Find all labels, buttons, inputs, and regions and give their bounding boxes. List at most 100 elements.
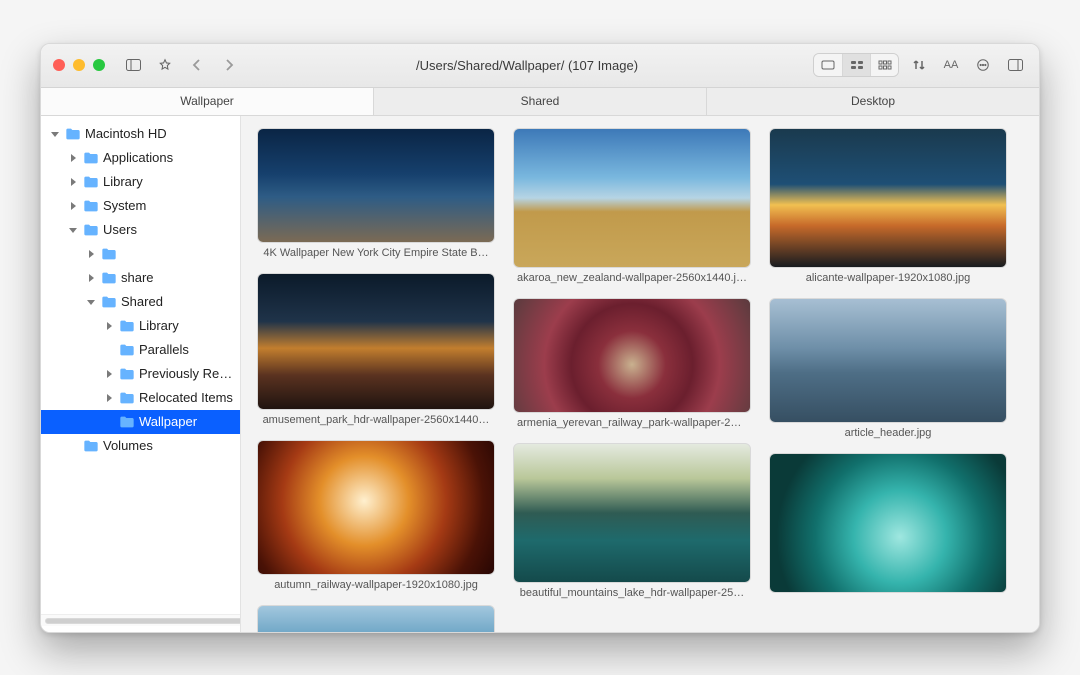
image-thumbnail[interactable] — [769, 298, 1007, 423]
image-card[interactable] — [257, 605, 495, 632]
folder-icon — [101, 295, 117, 309]
image-card[interactable]: akaroa_new_zealand-wallpaper-2560x1440.j… — [513, 128, 751, 284]
tree-row-library[interactable]: Library — [41, 314, 240, 338]
chevron-right-icon[interactable] — [103, 320, 115, 332]
tree-row-shared[interactable]: Shared — [41, 290, 240, 314]
tree-row-previously-relocated-items[interactable]: Previously Relocated Items — [41, 362, 240, 386]
image-thumbnail[interactable] — [257, 128, 495, 243]
tree-label: Users — [103, 222, 137, 237]
image-card[interactable]: amusement_park_hdr-wallpaper-2560x1440… — [257, 273, 495, 426]
tree-row-system[interactable]: System — [41, 194, 240, 218]
window-title: /Users/Shared/Wallpaper/ (107 Image) — [249, 58, 805, 73]
tree-label: Relocated Items — [139, 390, 233, 405]
forward-button[interactable] — [217, 54, 241, 76]
image-card[interactable] — [769, 453, 1007, 597]
view-mode-segmented[interactable] — [813, 53, 899, 77]
tree-label: share — [121, 270, 154, 285]
image-card[interactable]: 4K Wallpaper New York City Empire State … — [257, 128, 495, 259]
sidebar[interactable]: Macintosh HD Applications Library System Use… — [41, 116, 241, 632]
chevron-right-icon — [103, 416, 115, 428]
tree-label: Volumes — [103, 438, 153, 453]
chevron-right-icon[interactable] — [67, 152, 79, 164]
folder-icon — [83, 439, 99, 453]
path-tab-grandparent[interactable]: Desktop — [707, 88, 1039, 115]
image-thumbnail[interactable] — [769, 128, 1007, 268]
minimize-window-button[interactable] — [73, 59, 85, 71]
image-filename: alicante-wallpaper-1920x1080.jpg — [769, 272, 1007, 284]
view-icons-icon[interactable] — [814, 54, 842, 76]
tree-row-wallpaper[interactable]: Wallpaper — [41, 410, 240, 434]
preview-toggle-button[interactable] — [1003, 54, 1027, 76]
image-thumbnail[interactable] — [257, 605, 495, 632]
image-card[interactable]: beautiful_mountains_lake_hdr-wallpaper-2… — [513, 443, 751, 599]
image-thumbnail[interactable] — [513, 298, 751, 413]
tree-label: Library — [103, 174, 143, 189]
tree-row-share[interactable]: share — [41, 266, 240, 290]
folder-icon — [83, 175, 99, 189]
app-window: /Users/Shared/Wallpaper/ (107 Image) AA … — [40, 43, 1040, 633]
image-filename: amusement_park_hdr-wallpaper-2560x1440… — [257, 414, 495, 426]
main-split: Macintosh HD Applications Library System Use… — [41, 116, 1039, 632]
close-window-button[interactable] — [53, 59, 65, 71]
tree-row-unnamed[interactable] — [41, 242, 240, 266]
view-gallery-icon[interactable] — [870, 54, 898, 76]
tree-label: System — [103, 198, 146, 213]
folder-icon — [119, 367, 135, 381]
image-thumbnail[interactable] — [257, 273, 495, 410]
tree-row-relocated-items[interactable]: Relocated Items — [41, 386, 240, 410]
sidebar-horizontal-scrollbar[interactable] — [41, 614, 240, 626]
tree-row-users[interactable]: Users — [41, 218, 240, 242]
image-thumbnail[interactable] — [513, 128, 751, 268]
tree-label: Previously Relocated Items — [139, 366, 234, 381]
chevron-down-icon[interactable] — [85, 296, 97, 308]
path-tab-current[interactable]: Wallpaper — [41, 88, 374, 115]
tree-row-volumes[interactable]: Volumes — [41, 434, 240, 458]
path-tab-parent[interactable]: Shared — [374, 88, 707, 115]
tree-row-applications[interactable]: Applications — [41, 146, 240, 170]
folder-icon — [101, 271, 117, 285]
folder-icon — [101, 247, 117, 261]
folder-icon — [65, 127, 81, 141]
path-tab-parent-label: Shared — [521, 94, 560, 108]
path-tabs: Wallpaper Shared Desktop — [41, 88, 1039, 116]
image-card[interactable]: autumn_railway-wallpaper-1920x1080.jpg — [257, 440, 495, 591]
more-options-button[interactable] — [971, 54, 995, 76]
image-card[interactable]: article_header.jpg — [769, 298, 1007, 439]
tree-row-library[interactable]: Library — [41, 170, 240, 194]
folder-icon — [119, 415, 135, 429]
view-list-icon[interactable] — [842, 54, 870, 76]
sort-button[interactable] — [907, 54, 931, 76]
favorite-button[interactable] — [153, 54, 177, 76]
tree-row-macintosh-hd[interactable]: Macintosh HD — [41, 122, 240, 146]
tree-label: Applications — [103, 150, 173, 165]
path-tab-current-label: Wallpaper — [180, 94, 234, 108]
chevron-right-icon[interactable] — [67, 176, 79, 188]
back-button[interactable] — [185, 54, 209, 76]
tree-row-parallels[interactable]: Parallels — [41, 338, 240, 362]
image-thumbnail[interactable] — [257, 440, 495, 575]
sidebar-toggle-button[interactable] — [121, 54, 145, 76]
chevron-right-icon — [103, 344, 115, 356]
chevron-right-icon[interactable] — [103, 368, 115, 380]
chevron-down-icon[interactable] — [67, 224, 79, 236]
image-card[interactable]: armenia_yerevan_railway_park-wallpaper-2… — [513, 298, 751, 429]
folder-icon — [83, 223, 99, 237]
tree-label: Wallpaper — [139, 414, 197, 429]
image-filename: autumn_railway-wallpaper-1920x1080.jpg — [257, 579, 495, 591]
image-thumbnail[interactable] — [769, 453, 1007, 593]
chevron-right-icon[interactable] — [67, 200, 79, 212]
traffic-lights — [53, 59, 105, 71]
chevron-right-icon[interactable] — [103, 392, 115, 404]
image-filename: article_header.jpg — [769, 427, 1007, 439]
zoom-window-button[interactable] — [93, 59, 105, 71]
text-size-button[interactable]: AA — [939, 54, 963, 76]
chevron-right-icon[interactable] — [85, 272, 97, 284]
content-grid[interactable]: 4K Wallpaper New York City Empire State … — [241, 116, 1039, 632]
folder-icon — [119, 343, 135, 357]
image-card[interactable]: alicante-wallpaper-1920x1080.jpg — [769, 128, 1007, 284]
chevron-down-icon — [49, 128, 61, 140]
image-thumbnail[interactable] — [513, 443, 751, 583]
chevron-right-icon[interactable] — [85, 248, 97, 260]
image-filename: akaroa_new_zealand-wallpaper-2560x1440.j… — [513, 272, 751, 284]
path-tab-grandparent-label: Desktop — [851, 94, 895, 108]
